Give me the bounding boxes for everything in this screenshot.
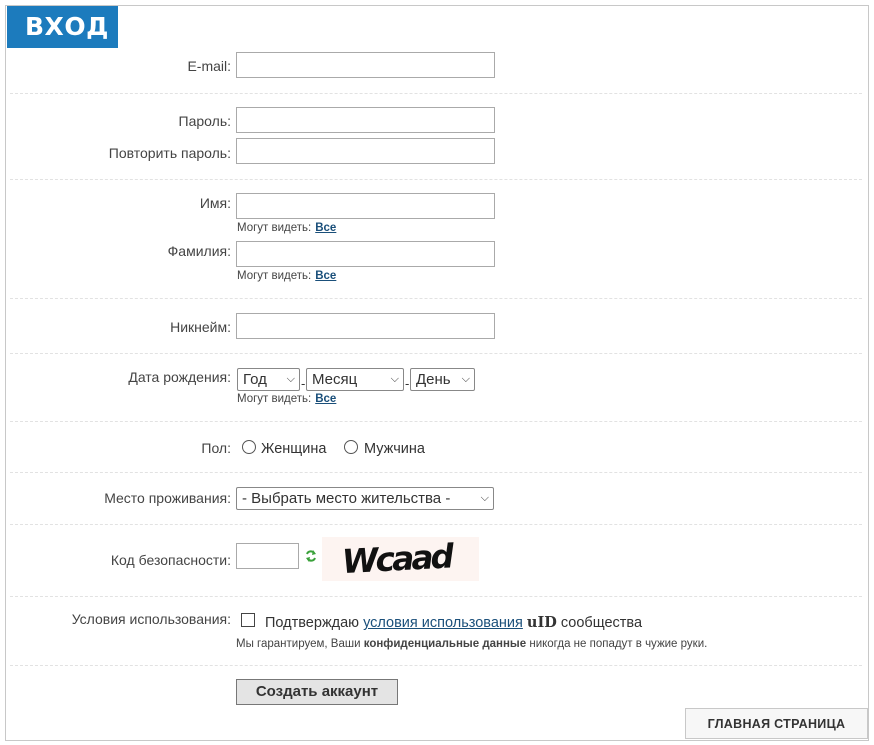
- birth-day-value: День: [416, 371, 451, 388]
- brand-uid: uID: [526, 614, 557, 631]
- birth-month-select[interactable]: Месяц ⌵: [306, 368, 404, 391]
- divider: [10, 93, 862, 94]
- location-value: - Выбрать место жительства -: [242, 490, 451, 507]
- visibility-label: Могут видеть:: [237, 222, 312, 234]
- email-field[interactable]: [236, 52, 495, 78]
- password-label: Пароль:: [178, 113, 231, 129]
- first-name-field[interactable]: [236, 193, 495, 219]
- gender-male-label[interactable]: Мужчина: [364, 441, 425, 457]
- birth-year-value: Год: [243, 371, 267, 388]
- terms-link[interactable]: условия использования: [363, 615, 523, 631]
- divider: [10, 421, 862, 422]
- privacy-bold: конфиденциальные данные: [363, 638, 527, 650]
- location-label: Место проживания:: [104, 490, 231, 506]
- visibility-label: Могут видеть:: [237, 393, 312, 405]
- first-name-visibility-link[interactable]: Все: [315, 222, 336, 234]
- birthdate-label: Дата рождения:: [128, 369, 231, 385]
- password-repeat-label: Повторить пароль:: [108, 145, 231, 161]
- privacy-note: Мы гарантируем, Ваши конфиденциальные да…: [236, 638, 707, 650]
- nickname-label: Никнейм:: [170, 319, 231, 335]
- refresh-icon[interactable]: [305, 549, 317, 563]
- divider: [10, 524, 862, 525]
- email-label: E-mail:: [187, 58, 231, 74]
- first-name-visibility: Могут видеть: Все: [237, 222, 336, 234]
- last-name-label: Фамилия:: [167, 243, 231, 259]
- birth-month-value: Месяц: [312, 371, 358, 388]
- chevron-down-icon: ⌵: [390, 373, 399, 385]
- birthdate-visibility: Могут видеть: Все: [237, 393, 336, 405]
- gender-male-radio[interactable]: [344, 440, 358, 454]
- last-name-field[interactable]: [236, 241, 495, 267]
- divider: [10, 353, 862, 354]
- privacy-prefix: Мы гарантируем, Ваши: [236, 638, 361, 650]
- page-title: ВХОД: [7, 6, 118, 48]
- captcha-label: Код безопасности:: [110, 552, 231, 568]
- date-separator: -: [301, 376, 306, 391]
- create-account-button[interactable]: Создать аккаунт: [236, 679, 398, 705]
- birth-year-select[interactable]: Год ⌵: [237, 368, 300, 391]
- password-repeat-field[interactable]: [236, 138, 495, 164]
- first-name-label: Имя:: [199, 195, 231, 211]
- last-name-visibility-link[interactable]: Все: [315, 270, 336, 282]
- nickname-field[interactable]: [236, 313, 495, 339]
- privacy-suffix: никогда не попадут в чужие руки.: [529, 638, 708, 650]
- gender-female-radio[interactable]: [242, 440, 256, 454]
- captcha-field[interactable]: [236, 543, 299, 569]
- date-separator: -: [405, 376, 410, 391]
- home-page-link[interactable]: ГЛАВНАЯ СТРАНИЦА: [685, 708, 868, 739]
- divider: [10, 596, 862, 597]
- gender-female-label[interactable]: Женщина: [261, 441, 326, 457]
- divider: [10, 472, 862, 473]
- birth-day-select[interactable]: День ⌵: [410, 368, 475, 391]
- gender-label: Пол:: [201, 440, 231, 456]
- captcha-text: Wcaad: [341, 537, 455, 581]
- chevron-down-icon: ⌵: [461, 373, 470, 385]
- captcha-image: Wcaad: [322, 536, 479, 581]
- terms-statement: Подтверждаю условия использования uID со…: [265, 614, 642, 631]
- birthdate-visibility-link[interactable]: Все: [315, 393, 336, 405]
- chevron-down-icon: ⌵: [286, 373, 295, 385]
- terms-label: Условия использования:: [71, 611, 231, 627]
- visibility-label: Могут видеть:: [237, 270, 312, 282]
- location-select[interactable]: - Выбрать место жительства - ⌵: [236, 487, 494, 510]
- divider: [10, 298, 862, 299]
- divider: [10, 665, 862, 666]
- last-name-visibility: Могут видеть: Все: [237, 270, 336, 282]
- chevron-down-icon: ⌵: [480, 492, 489, 504]
- divider: [10, 179, 862, 180]
- password-field[interactable]: [236, 107, 495, 133]
- terms-prefix: Подтверждаю: [265, 615, 360, 631]
- terms-checkbox[interactable]: [241, 613, 255, 627]
- terms-suffix: сообщества: [560, 615, 643, 631]
